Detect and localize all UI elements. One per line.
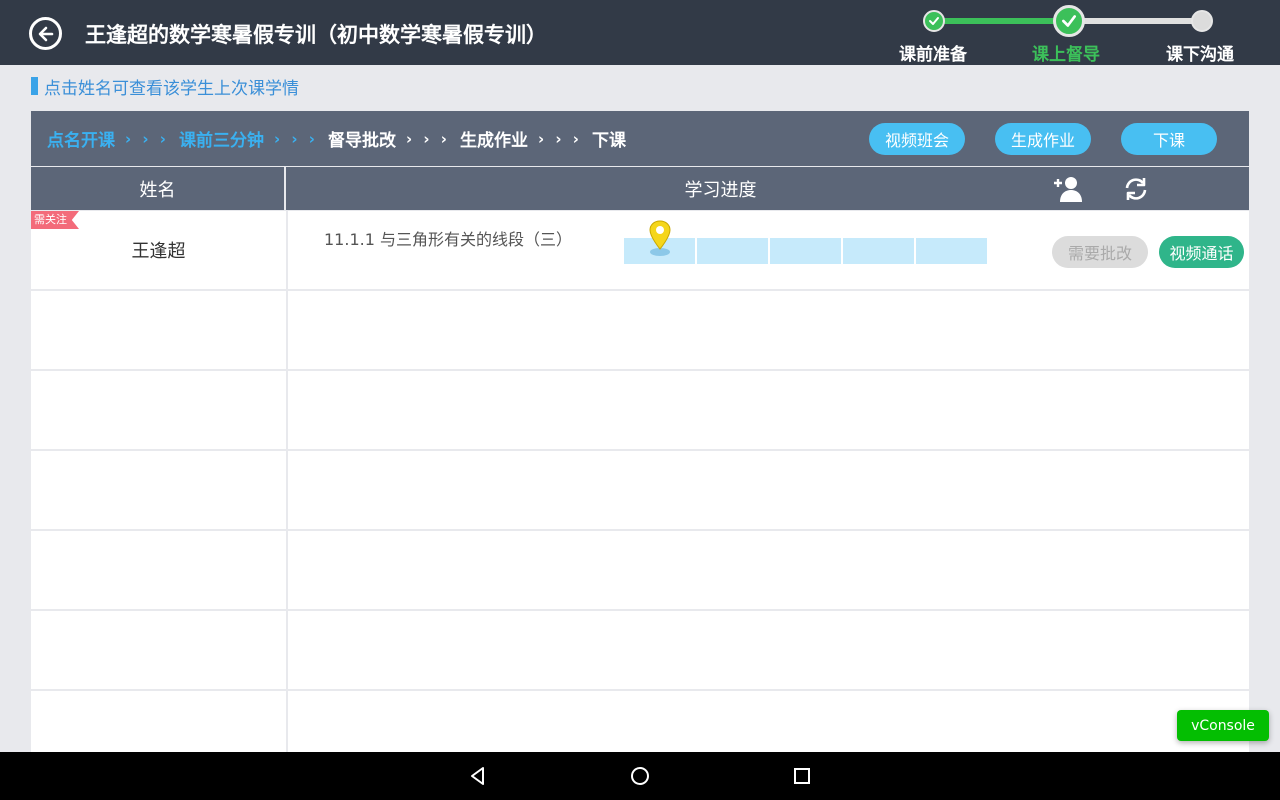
- needs-review-button[interactable]: 需要批改: [1052, 236, 1148, 268]
- add-student-icon[interactable]: [1054, 176, 1082, 202]
- stepper-track-todo: [1068, 18, 1202, 24]
- column-divider: [286, 371, 288, 449]
- step-done-dot: [923, 10, 945, 32]
- stepper-track-done: [935, 18, 1068, 24]
- step-label-communicate[interactable]: 课下沟通: [1166, 40, 1234, 65]
- table-row: [31, 611, 1249, 689]
- flow-arrow-icon: › › ›: [274, 129, 318, 148]
- column-header-progress: 学习进度: [684, 179, 757, 201]
- flow-arrow-icon: › › ›: [125, 129, 169, 148]
- class-stepper: 课前准备 课上督导 课下沟通: [895, 0, 1280, 65]
- progress-bar: [624, 238, 987, 264]
- back-triangle-icon[interactable]: [466, 764, 490, 788]
- system-nav-bar: [0, 752, 1280, 800]
- flow-step-roll-call: 点名开课: [47, 131, 115, 151]
- column-divider: [286, 611, 288, 689]
- table-header: 姓名 学习进度: [31, 167, 1249, 210]
- flow-step-homework: 生成作业: [460, 131, 528, 151]
- page-title: 王逢超的数学寒暑假专训（初中数学寒暑假专训）: [85, 23, 547, 47]
- hint: 点击姓名可查看该学生上次课学情: [31, 75, 299, 99]
- flow-step-pre-class: 课前三分钟: [179, 131, 264, 151]
- lesson-title: 11.1.1 与三角形有关的线段（三）: [324, 230, 572, 249]
- recents-square-icon[interactable]: [790, 764, 814, 788]
- step-label-prepare[interactable]: 课前准备: [899, 40, 967, 65]
- table-row: [31, 531, 1249, 609]
- column-header-name: 姓名: [31, 167, 286, 210]
- progress-segment: [916, 238, 987, 264]
- hint-bar: [31, 77, 38, 95]
- hint-text: 点击姓名可查看该学生上次课学情: [44, 78, 299, 99]
- generate-homework-button[interactable]: 生成作业: [995, 123, 1091, 155]
- location-pin-icon: [649, 220, 671, 256]
- table-row: [31, 291, 1249, 369]
- arrow-left-icon: [38, 26, 53, 41]
- flow-arrow-icon: › › ›: [538, 129, 582, 148]
- flow-bar: 点名开课 › › › 课前三分钟 › › › 督导批改 › › › 生成作业 ›…: [31, 111, 1249, 166]
- progress-segment: [770, 238, 841, 264]
- check-icon: [1062, 15, 1076, 27]
- video-call-button[interactable]: 视频通话: [1159, 236, 1244, 268]
- table-row: 需关注 王逢超 11.1.1 与三角形有关的线段（三） 需要批改 视频通话: [31, 211, 1249, 289]
- home-circle-icon[interactable]: [628, 764, 652, 788]
- column-divider: [286, 531, 288, 609]
- check-icon: [929, 17, 939, 25]
- table-row: [31, 371, 1249, 449]
- column-divider: [286, 451, 288, 529]
- progress-segment: [697, 238, 768, 264]
- vconsole-button[interactable]: vConsole: [1177, 710, 1269, 741]
- refresh-icon[interactable]: [1122, 176, 1150, 202]
- student-name[interactable]: 王逢超: [31, 211, 286, 289]
- progress-segment: [843, 238, 914, 264]
- end-class-button[interactable]: 下课: [1121, 123, 1217, 155]
- column-divider: [286, 691, 288, 752]
- table-row: [31, 691, 1249, 752]
- table-row: [31, 451, 1249, 529]
- top-bar: 王逢超的数学寒暑假专训（初中数学寒暑假专训） 课前准备 课上督导 课下沟通: [0, 0, 1280, 65]
- flow-arrow-icon: › › ›: [406, 129, 450, 148]
- back-button[interactable]: [29, 17, 62, 50]
- video-meeting-button[interactable]: 视频班会: [869, 123, 965, 155]
- step-todo-dot: [1191, 10, 1213, 32]
- column-divider: [286, 211, 288, 289]
- flow-step-end: 下课: [592, 131, 626, 151]
- flow-step-review: 督导批改: [328, 131, 396, 151]
- flow-steps: 点名开课 › › › 课前三分钟 › › › 督导批改 › › › 生成作业 ›…: [47, 111, 626, 166]
- step-label-supervise[interactable]: 课上督导: [1032, 40, 1100, 65]
- step-current-dot: [1053, 5, 1085, 37]
- column-divider: [286, 291, 288, 369]
